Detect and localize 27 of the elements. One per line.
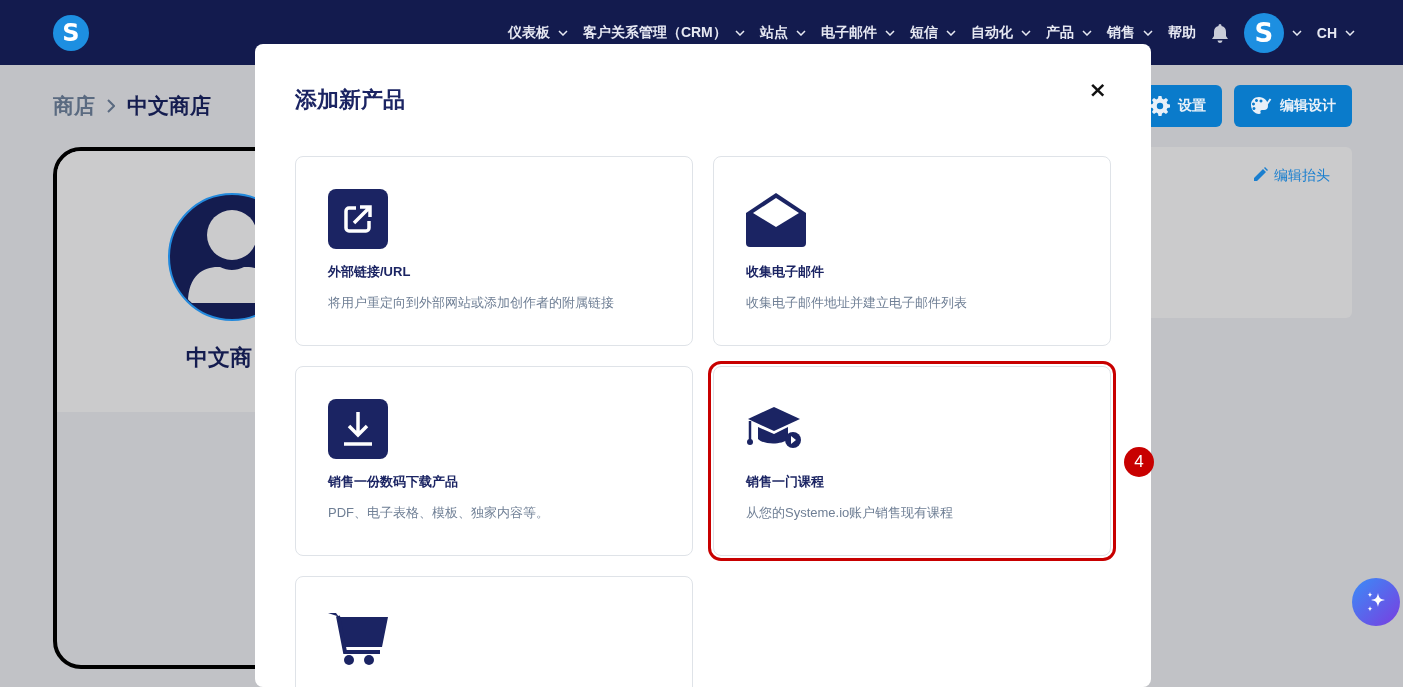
card-description: 收集电子邮件地址并建立电子邮件列表 [746, 294, 967, 311]
product-type-card[interactable]: 外部链接/URL 将用户重定向到外部网站或添加创作者的附属链接 [295, 156, 693, 346]
nav-menu-item[interactable]: 产品 [1045, 23, 1092, 42]
breadcrumb-current: 中文商店 [127, 93, 211, 119]
card-title: 销售一门课程 [746, 473, 824, 490]
close-button[interactable]: × [1086, 78, 1109, 102]
nav-menu-item[interactable]: 帮助 [1167, 23, 1196, 42]
nav-menu-item[interactable]: 客户关系管理（CRM） [582, 23, 745, 42]
step-badge: 4 [1124, 447, 1154, 477]
card-description: 将用户重定向到外部网站或添加创作者的附属链接 [328, 294, 614, 311]
product-type-card[interactable]: 销售一份数码下载产品 PDF、电子表格、模板、独家内容等。 [295, 366, 693, 556]
card-description: 从您的Systeme.io账户销售现有课程 [746, 504, 954, 521]
edit-design-button[interactable]: 编辑设计 [1234, 85, 1352, 127]
nav-menu-item[interactable]: 站点 [759, 23, 806, 42]
nav-menu-item[interactable]: 自动化 [970, 23, 1031, 42]
nav-menu-item[interactable]: 电子邮件 [820, 23, 895, 42]
nav-menu-item[interactable]: 仪表板 [507, 23, 568, 42]
nav-menu-item[interactable]: 短信 [909, 23, 956, 42]
product-type-card[interactable]: 收集电子邮件 收集电子邮件地址并建立电子邮件列表 [713, 156, 1111, 346]
store-name: 中文商 [186, 344, 252, 372]
card-description: PDF、电子表格、模板、独家内容等。 [328, 504, 549, 521]
nav-menu-item[interactable]: 销售 [1106, 23, 1153, 42]
modal-title: 添加新产品 [295, 88, 405, 112]
card-title: 收集电子邮件 [746, 263, 824, 280]
card-title: 销售一份数码下载产品 [328, 473, 458, 490]
account-menu[interactable]: CH [1316, 24, 1355, 41]
card-title: 外部链接/URL [328, 263, 411, 280]
